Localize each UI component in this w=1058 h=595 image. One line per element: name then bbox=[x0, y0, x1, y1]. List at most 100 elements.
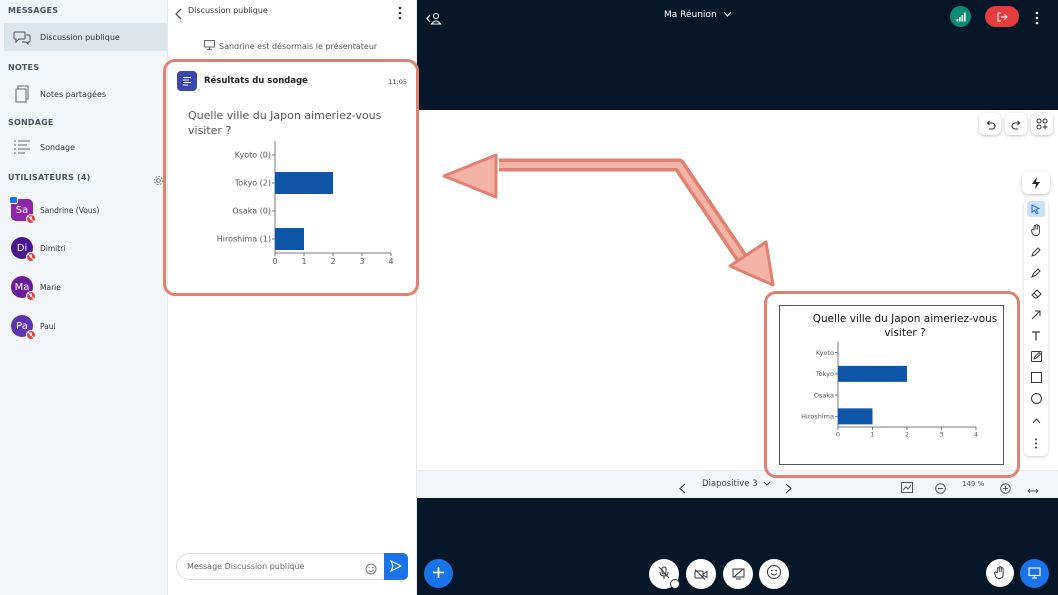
hand-icon bbox=[994, 564, 1006, 583]
user-item-marie[interactable]: Ma Marie bbox=[11, 276, 61, 301]
poll-item[interactable]: Sondage bbox=[4, 133, 167, 161]
undo-icon bbox=[985, 115, 996, 134]
camera-off-icon bbox=[694, 565, 708, 584]
next-slide-icon[interactable] bbox=[785, 479, 792, 498]
style-menu-button[interactable] bbox=[1022, 172, 1050, 194]
chevron-up-icon bbox=[1032, 409, 1041, 428]
user-list-panel: MESSAGES Discussion publique NOTES Notes… bbox=[0, 0, 168, 595]
text-tool[interactable] bbox=[1027, 327, 1045, 343]
lightning-icon bbox=[1030, 174, 1042, 193]
circle-icon bbox=[1030, 389, 1042, 408]
toggle-user-list-icon[interactable] bbox=[426, 10, 442, 29]
text-icon bbox=[1031, 326, 1041, 345]
chat-input-placeholder: Message Discussion publique bbox=[187, 562, 305, 571]
emoji-icon[interactable] bbox=[365, 560, 377, 579]
chat-bubbles-icon bbox=[12, 27, 32, 47]
slide-label: Diapositive 3 bbox=[702, 479, 758, 489]
smiley-icon bbox=[766, 564, 782, 584]
drawing-toolbar bbox=[1024, 200, 1048, 456]
pencil-icon bbox=[1031, 242, 1041, 261]
avatar: Di bbox=[11, 237, 36, 262]
user-name: Sandrine (Vous) bbox=[40, 205, 100, 215]
chevron-down-icon bbox=[723, 10, 732, 20]
unmute-button[interactable] bbox=[649, 559, 680, 589]
highlighter-tool[interactable] bbox=[1027, 264, 1045, 280]
highlight-slide-chart bbox=[764, 291, 1020, 478]
mic-muted-icon bbox=[26, 214, 36, 224]
mic-muted-icon bbox=[26, 291, 36, 301]
public-chat-item[interactable]: Discussion publique bbox=[4, 23, 167, 51]
plus-icon bbox=[432, 564, 445, 583]
avatar: Sa bbox=[9, 196, 36, 224]
cursor-icon bbox=[1031, 200, 1041, 219]
undo-button[interactable] bbox=[979, 113, 1001, 135]
rectangle-icon bbox=[1030, 368, 1042, 387]
redo-button[interactable] bbox=[1005, 113, 1027, 135]
previous-slide-icon[interactable] bbox=[679, 479, 686, 498]
meeting-title-dropdown[interactable]: Ma Réunion bbox=[664, 10, 732, 20]
system-message: Sandrine est désormais le présentateur bbox=[204, 40, 377, 52]
chat-title[interactable]: Discussion publique bbox=[188, 6, 268, 15]
chart-icon[interactable] bbox=[901, 478, 913, 497]
zoom-in-icon[interactable] bbox=[1000, 479, 1011, 498]
more-options-icon[interactable] bbox=[397, 5, 403, 24]
mic-muted-icon bbox=[658, 565, 670, 584]
shared-notes-item[interactable]: Notes partagées bbox=[4, 80, 167, 108]
screen-icon bbox=[204, 40, 215, 52]
user-name: Marie bbox=[40, 282, 61, 292]
more-options-icon[interactable] bbox=[1034, 10, 1040, 29]
arrow-tool[interactable] bbox=[1027, 306, 1045, 322]
system-message-text: Sandrine est désormais le présentateur bbox=[219, 41, 378, 51]
messages-header: MESSAGES bbox=[8, 6, 59, 15]
more-options-icon bbox=[1034, 434, 1038, 453]
user-item-paul[interactable]: Pa Paul bbox=[11, 315, 56, 340]
highlighter-icon bbox=[1031, 263, 1041, 282]
presenter-icon bbox=[9, 196, 18, 204]
actions-button[interactable] bbox=[424, 559, 453, 588]
notes-icon bbox=[12, 84, 32, 104]
shapes-menu-button[interactable] bbox=[1031, 113, 1053, 135]
camera-button[interactable] bbox=[686, 559, 716, 589]
ellipse-tool[interactable] bbox=[1027, 390, 1045, 406]
fit-width-icon[interactable] bbox=[1027, 480, 1039, 499]
arrow-icon bbox=[1031, 305, 1041, 324]
chevron-down-icon bbox=[763, 479, 771, 489]
send-button[interactable] bbox=[384, 553, 408, 580]
user-item-dimitri[interactable]: Di Dimitri bbox=[11, 237, 65, 262]
poll-list-icon bbox=[12, 137, 32, 157]
chevron-left-icon[interactable] bbox=[175, 5, 183, 24]
presentation-toggle-button[interactable] bbox=[1020, 559, 1049, 588]
top-bar: Ma Réunion bbox=[417, 0, 1058, 110]
hand-icon bbox=[1030, 221, 1042, 240]
zoom-out-icon[interactable] bbox=[935, 479, 946, 498]
screen-share-button[interactable] bbox=[723, 559, 753, 589]
user-name: Paul bbox=[40, 321, 56, 331]
slide-selector[interactable]: Diapositive 3 bbox=[702, 479, 771, 489]
eraser-tool[interactable] bbox=[1027, 285, 1045, 301]
more-tools-button[interactable] bbox=[1027, 435, 1045, 451]
user-item-sandrine[interactable]: Sa Sandrine (Vous) bbox=[9, 196, 100, 224]
leave-icon bbox=[996, 7, 1008, 26]
users-header: UTILISATEURS (4) bbox=[8, 173, 91, 182]
connection-status-button[interactable] bbox=[950, 6, 971, 27]
note-icon bbox=[1030, 347, 1042, 366]
poll-label: Sondage bbox=[40, 142, 76, 152]
collapse-tools-button[interactable] bbox=[1027, 410, 1045, 426]
poll-header: SONDAGE bbox=[8, 118, 54, 127]
pencil-tool[interactable] bbox=[1027, 243, 1045, 259]
note-tool[interactable] bbox=[1027, 348, 1045, 364]
leave-meeting-button[interactable] bbox=[985, 6, 1019, 27]
raise-hand-button[interactable] bbox=[986, 559, 1014, 587]
audio-options-icon[interactable] bbox=[670, 579, 680, 589]
redo-icon bbox=[1011, 115, 1022, 134]
eraser-icon bbox=[1030, 284, 1042, 303]
reactions-button[interactable] bbox=[759, 559, 789, 589]
send-icon bbox=[389, 557, 403, 576]
rectangle-tool[interactable] bbox=[1027, 369, 1045, 385]
notes-header: NOTES bbox=[8, 63, 40, 72]
presentation-icon bbox=[1028, 564, 1041, 583]
highlight-poll-result bbox=[163, 59, 419, 296]
hand-tool[interactable] bbox=[1027, 222, 1045, 238]
chat-message-input[interactable]: Message Discussion publique bbox=[176, 553, 385, 580]
select-tool[interactable] bbox=[1027, 201, 1045, 217]
